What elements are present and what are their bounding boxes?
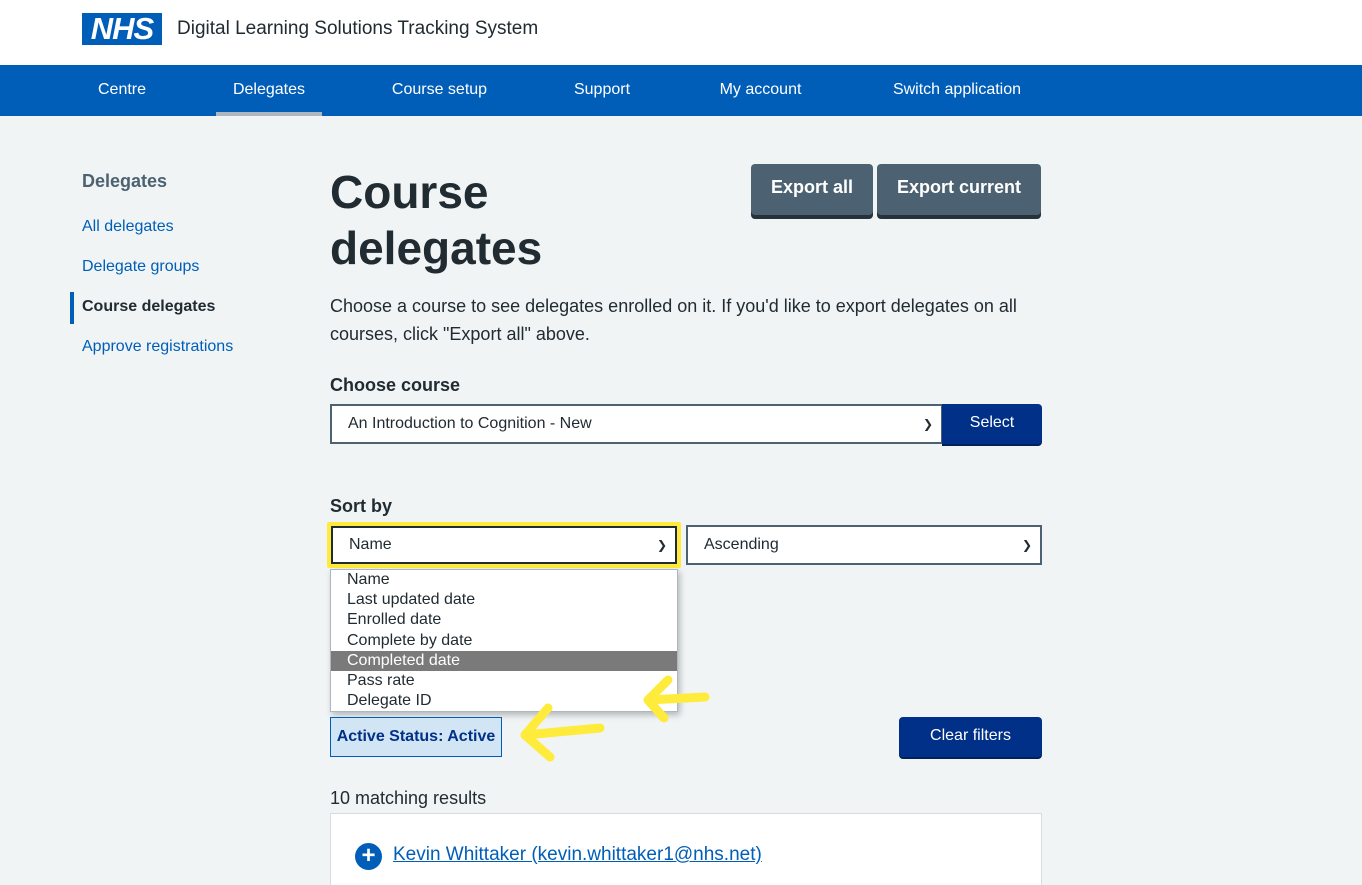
expand-plus-icon[interactable]: + [355, 843, 382, 870]
course-select-value: An Introduction to Cognition - New [348, 415, 592, 432]
sidebar-title: Delegates [82, 171, 168, 191]
chevron-down-icon: ❯ [922, 417, 933, 431]
nav-item-centre[interactable]: Centre [82, 65, 162, 116]
intro-text: Choose a course to see delegates enrolle… [330, 296, 1017, 344]
select-course-button[interactable]: Select [942, 404, 1042, 444]
sort-field-dropdown: Name Last updated date Enrolled date Com… [330, 569, 678, 712]
delegate-link[interactable]: Kevin Whittaker (kevin.whittaker1@nhs.ne… [393, 844, 762, 866]
page-title: Course delegates [330, 166, 543, 274]
chevron-down-icon: ❯ [656, 538, 667, 552]
filter-tag[interactable]: Active Status: Active [330, 717, 502, 757]
primary-nav: Centre Delegates Course setup Support My… [0, 65, 1362, 116]
sidebar-current-indicator [70, 292, 74, 324]
nav-item-support[interactable]: Support [557, 65, 647, 116]
nav-item-course-setup[interactable]: Course setup [377, 65, 502, 116]
sort-order-select[interactable]: Ascending ❯ [686, 525, 1042, 565]
annotation-arrow-head [520, 703, 555, 762]
sort-option-complete-by[interactable]: Complete by date [331, 631, 677, 651]
sidebar-item-delegate-groups[interactable]: Delegate groups [82, 258, 199, 276]
results-count: 10 matching results [330, 788, 487, 808]
service-name[interactable]: Digital Learning Solutions Tracking Syst… [177, 17, 538, 41]
export-current-button[interactable]: Export current [877, 164, 1041, 215]
site-header: NHS Digital Learning Solutions Tracking … [0, 0, 1362, 65]
export-all-button[interactable]: Export all [751, 164, 873, 215]
sort-field-value: Name [349, 536, 392, 553]
sort-option-pass-rate[interactable]: Pass rate [331, 671, 677, 691]
sort-option-enrolled[interactable]: Enrolled date [331, 610, 677, 630]
annotation-arrow-shaft [520, 723, 605, 740]
nav-item-switch-application[interactable]: Switch application [873, 65, 1041, 116]
clear-filters-button[interactable]: Clear filters [899, 717, 1042, 757]
chevron-down-icon: ❯ [1021, 538, 1032, 552]
nhs-logo[interactable]: NHS [82, 13, 162, 45]
sidebar-item-course-delegates[interactable]: Course delegates [82, 298, 215, 316]
sort-option-completed[interactable]: Completed date [331, 651, 677, 671]
sort-order-value: Ascending [704, 536, 779, 553]
sort-option-name[interactable]: Name [331, 570, 677, 590]
course-select[interactable]: An Introduction to Cognition - New ❯ [330, 404, 943, 444]
sort-field-select[interactable]: Name ❯ [331, 526, 677, 564]
choose-course-label: Choose course [330, 375, 461, 395]
sort-option-delegate-id[interactable]: Delegate ID [331, 691, 677, 711]
sort-option-last-updated[interactable]: Last updated date [331, 590, 677, 610]
sort-by-label: Sort by [330, 496, 393, 516]
nav-item-my-account[interactable]: My account [703, 65, 818, 116]
sidebar-item-approve-registrations[interactable]: Approve registrations [82, 338, 233, 356]
nav-item-delegates[interactable]: Delegates [216, 65, 322, 116]
sidebar-item-all-delegates[interactable]: All delegates [82, 218, 174, 236]
